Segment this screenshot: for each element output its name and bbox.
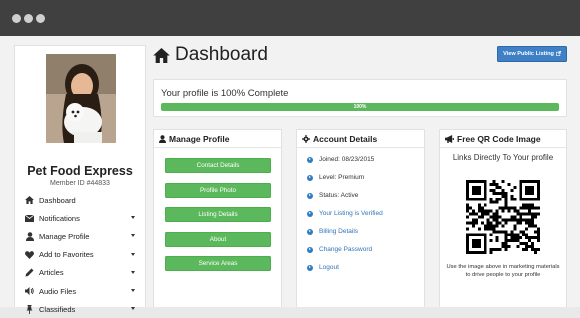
sidebar-nav: Dashboard Notifications Manage Profile A… [15, 191, 145, 318]
sidebar-item-manage-profile[interactable]: Manage Profile [15, 227, 145, 245]
chevron-right-icon [307, 246, 313, 253]
sidebar: Pet Food Express Member ID #44833 Dashbo… [14, 45, 146, 314]
sidebar-item-add-to-favorites[interactable]: Add to Favorites [15, 246, 145, 264]
business-name: Pet Food Express [27, 164, 133, 178]
thumbtack-icon [25, 304, 34, 314]
home-icon [25, 196, 34, 205]
profile-progress-bar: 100% [161, 103, 559, 111]
chevron-down-icon [131, 307, 135, 311]
item-text: Status: Active [319, 192, 359, 199]
sidebar-item-label: Notifications [39, 213, 80, 223]
gear-icon [302, 134, 310, 143]
panel-title: Account Details [313, 133, 378, 144]
window-dot-icon [12, 14, 21, 23]
item-text: Billing Details [319, 228, 359, 235]
billing-details-link[interactable]: Billing Details [307, 228, 358, 235]
panel-header: Free QR Code Image [440, 130, 566, 148]
sidebar-item-articles[interactable]: Articles [15, 264, 145, 282]
profile-photo-button[interactable]: Profile Photo [165, 183, 271, 198]
bullhorn-icon [445, 134, 454, 143]
qr-description: Use the image above in marketing materia… [446, 264, 560, 278]
chevron-down-icon [131, 270, 135, 274]
sidebar-item-label: Classifieds [39, 304, 76, 314]
service-areas-button[interactable]: Service Areas [165, 256, 271, 271]
sidebar-item-classifieds[interactable]: Classifieds [15, 300, 145, 318]
chevron-right-icon [307, 156, 313, 163]
user-icon [159, 134, 166, 143]
change-password-link[interactable]: Change Password [307, 246, 372, 253]
qr-code-panel: Free QR Code Image Links Directly To You… [439, 129, 567, 307]
item-text: Change Password [319, 246, 373, 253]
progress-label: 100% [353, 104, 367, 110]
listing-details-button[interactable]: Listing Details [165, 207, 271, 222]
external-link-icon [555, 50, 561, 58]
volume-icon [25, 287, 34, 296]
sidebar-item-label: Dashboard [39, 195, 76, 205]
user-icon [25, 232, 34, 241]
joined-date: Joined: 08/23/2015 [307, 156, 374, 163]
status: Status: Active [307, 192, 358, 199]
item-text: Level: Premium [319, 174, 365, 181]
sidebar-item-notifications[interactable]: Notifications [15, 209, 145, 227]
view-public-listing-button[interactable]: View Public Listing [497, 46, 567, 62]
page-title: Dashboard [153, 44, 268, 66]
member-id: Member ID #44833 [50, 180, 110, 187]
profile-progress-text: Your profile is 100% Complete [161, 88, 289, 99]
item-text: Your Listing is Verified [319, 210, 383, 217]
chevron-right-icon [307, 228, 313, 235]
window-dot-icon [24, 14, 33, 23]
chevron-right-icon [307, 210, 313, 217]
level: Level: Premium [307, 174, 364, 181]
page: Pet Food Express Member ID #44833 Dashbo… [0, 36, 580, 314]
window-dot-icon [36, 14, 45, 23]
envelope-icon [25, 214, 34, 223]
chevron-right-icon [307, 192, 313, 199]
profile-progress-panel: Your profile is 100% Complete 100% [153, 79, 567, 117]
contact-details-button[interactable]: Contact Details [165, 158, 271, 173]
qr-subtitle: Links Directly To Your profile [452, 153, 554, 162]
heart-icon [25, 250, 34, 259]
view-public-listing-label: View Public Listing [503, 51, 554, 57]
qr-code-image [466, 180, 540, 254]
sidebar-item-label: Articles [39, 268, 64, 278]
sidebar-item-label: Audio Files [39, 286, 77, 296]
chevron-down-icon [131, 252, 135, 256]
item-text: Joined: 08/23/2015 [319, 156, 375, 163]
panel-title: Free QR Code Image [457, 133, 541, 144]
avatar [46, 54, 116, 143]
sidebar-item-label: Add to Favorites [39, 250, 94, 260]
sidebar-item-label: Manage Profile [39, 231, 90, 241]
chevron-down-icon [131, 234, 135, 238]
item-text: Logout [319, 264, 339, 271]
panel-header: Manage Profile [154, 130, 281, 148]
chevron-right-icon [307, 264, 313, 271]
chevron-down-icon [131, 288, 135, 292]
sidebar-item-audio-files[interactable]: Audio Files [15, 282, 145, 300]
chevron-right-icon [307, 174, 313, 181]
browser-chrome [0, 0, 580, 36]
chevron-down-icon [131, 216, 135, 220]
manage-profile-panel: Manage Profile Contact Details Profile P… [153, 129, 282, 307]
listing-verified-link[interactable]: Your Listing is Verified [307, 210, 383, 217]
panel-title: Manage Profile [169, 133, 230, 144]
pencil-icon [25, 268, 34, 277]
about-button[interactable]: About [165, 232, 271, 247]
account-details-panel: Account Details Joined: 08/23/2015 Level… [296, 129, 425, 307]
sidebar-item-dashboard[interactable]: Dashboard [15, 191, 145, 209]
progress-fill: 100% [161, 103, 559, 111]
page-title-text: Dashboard [175, 44, 268, 65]
panel-header: Account Details [297, 130, 424, 148]
home-icon [153, 47, 170, 63]
logout-link[interactable]: Logout [307, 264, 339, 271]
